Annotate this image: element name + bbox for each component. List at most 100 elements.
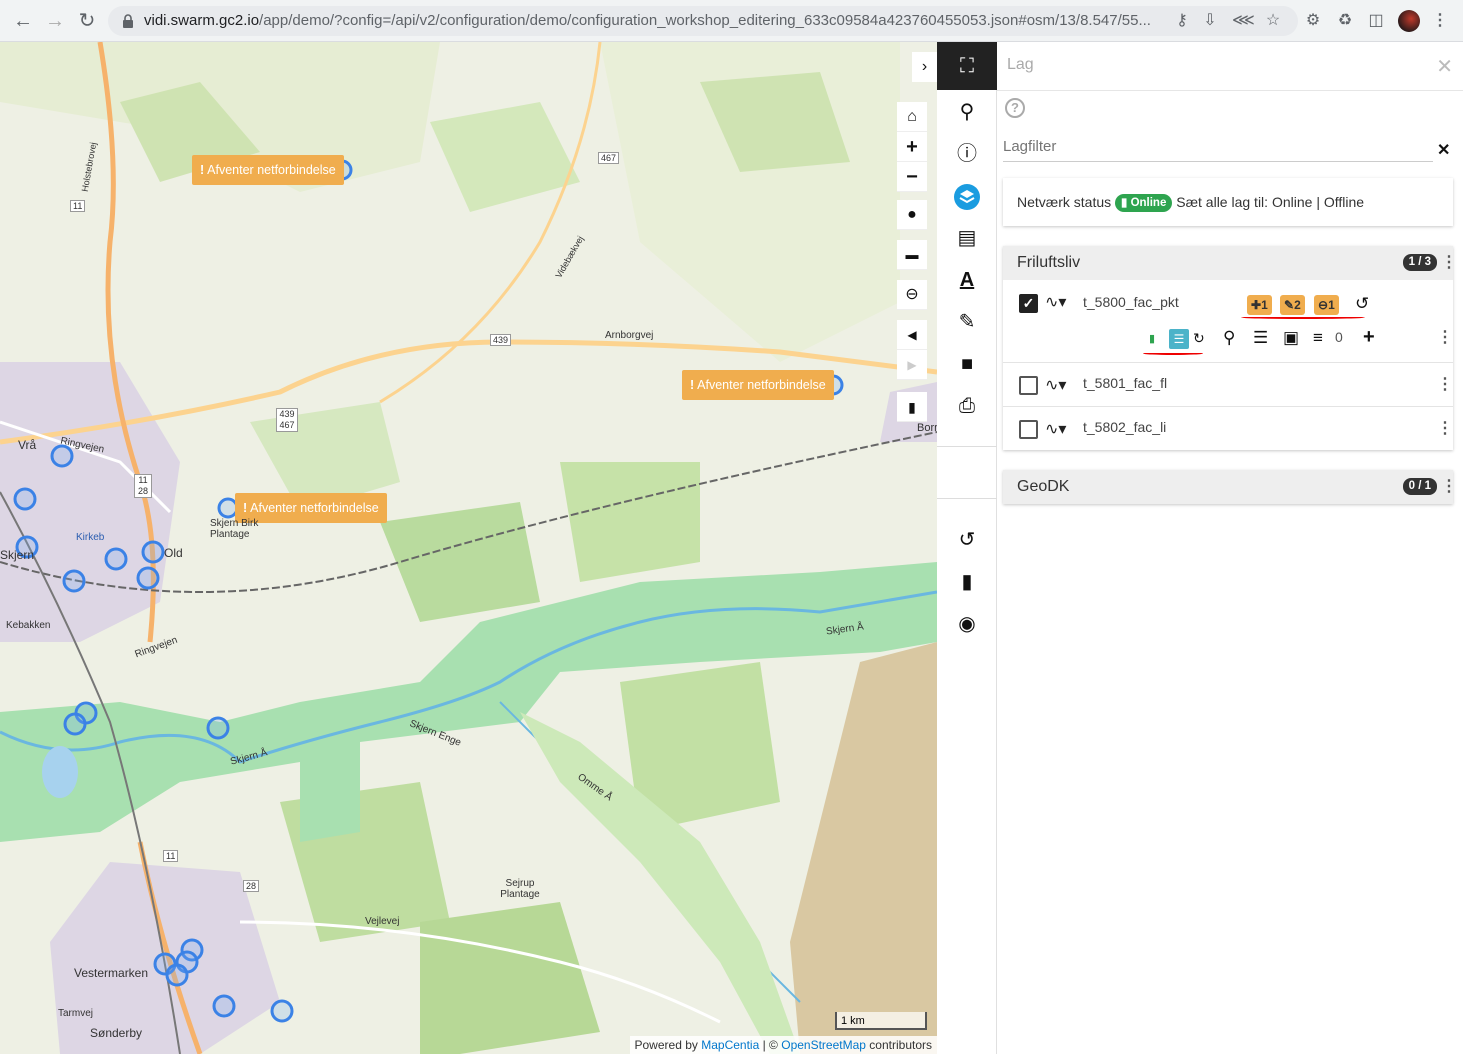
forward-icon[interactable]: → xyxy=(42,8,68,34)
warning-text: Afventer netforbindelse xyxy=(250,501,379,515)
online-signal-icon[interactable]: ▮ xyxy=(1149,332,1155,345)
info-icon[interactable]: ⓘ xyxy=(937,134,997,174)
place-label: Sønderby xyxy=(90,1026,143,1040)
place-label: Kebakken xyxy=(6,620,51,631)
zoom-out-button[interactable]: − xyxy=(897,162,927,192)
osm-link[interactable]: OpenStreetMap xyxy=(781,1038,866,1052)
layer-group-friluftsliv: Friluftsliv 1 / 3 ⋮ ✓ ∿▾ t_5800_fac_pkt … xyxy=(1003,246,1457,450)
layers-icon[interactable] xyxy=(937,176,997,216)
added-count: 1 xyxy=(1261,298,1268,312)
extension-gear-icon[interactable]: ⚙ xyxy=(1303,11,1323,31)
extensions-icon[interactable]: ♻ xyxy=(1335,11,1355,31)
layer-checkbox[interactable] xyxy=(1019,376,1038,395)
added-badge[interactable]: ✚1 xyxy=(1247,295,1272,315)
clear-button[interactable]: ⊖ xyxy=(897,280,927,310)
star-icon[interactable]: ☆ xyxy=(1263,11,1283,31)
group-menu-icon[interactable]: ⋮ xyxy=(1441,255,1457,271)
clear-filter-icon[interactable]: ✕ xyxy=(1437,140,1450,160)
map-attribution: Powered by MapCentia | © OpenStreetMap c… xyxy=(629,1036,937,1054)
layer-name: t_5800_fac_pkt xyxy=(1083,294,1179,310)
lock-icon xyxy=(123,14,133,28)
zoom-in-button[interactable]: + xyxy=(897,132,927,162)
key-icon[interactable]: ⚷ xyxy=(1172,11,1192,31)
filter-icon[interactable]: ≡ xyxy=(1313,328,1323,348)
collapse-panel-button[interactable]: › xyxy=(912,52,937,82)
group-menu-icon[interactable]: ⋮ xyxy=(1441,479,1457,495)
fullscreen-icon[interactable]: ⛶ xyxy=(937,42,997,90)
menu-icon[interactable]: ⋮ xyxy=(1430,11,1450,31)
group-count-badge: 1 / 3 xyxy=(1402,254,1437,271)
sidepanel-icon[interactable]: ◫ xyxy=(1366,11,1386,31)
group-header[interactable]: Friluftsliv 1 / 3 ⋮ xyxy=(1003,246,1457,280)
deleted-count: 1 xyxy=(1328,298,1335,312)
map-icon[interactable]: ▤ xyxy=(937,218,997,258)
layer-group-geodk: GeoDK 0 / 1 ⋮ xyxy=(1003,470,1457,504)
measure-button[interactable]: ▬ xyxy=(897,240,927,270)
text-icon[interactable]: A xyxy=(937,260,997,300)
scale-bar: 1 km xyxy=(835,1012,927,1030)
avatar[interactable] xyxy=(1398,10,1420,32)
undo-icon[interactable]: ↺ xyxy=(937,520,997,560)
screenshot-button[interactable]: ▮ xyxy=(897,392,927,422)
layer-checkbox[interactable]: ✓ xyxy=(1019,294,1038,313)
rail-divider xyxy=(937,446,997,447)
address-bar[interactable]: vidi.swarm.gc2.io/app/demo/?config=/api/… xyxy=(108,6,1298,36)
layer-row: ∿▾ t_5801_fac_fl ⋮ xyxy=(1003,362,1453,406)
help-icon[interactable]: ? xyxy=(1005,98,1025,118)
layer-menu-icon[interactable]: ⋮ xyxy=(1437,377,1453,393)
map-basemap xyxy=(0,42,937,1054)
set-all-online-link[interactable]: Online xyxy=(1272,194,1312,210)
network-label: Netværk status xyxy=(1017,194,1112,210)
deleted-badge[interactable]: ⊖1 xyxy=(1314,295,1339,315)
attribution-suffix: contributors xyxy=(869,1038,932,1052)
map-canvas[interactable]: ! Afventer netforbindelse ! Afventer netfo… xyxy=(0,42,937,1054)
set-all-sep: | xyxy=(1316,194,1320,210)
history-back-button[interactable]: ◀ xyxy=(897,320,927,350)
edited-badge[interactable]: ✎2 xyxy=(1280,295,1305,315)
history-forward-button[interactable]: ▶ xyxy=(897,350,927,380)
road-number: 28 xyxy=(243,880,260,892)
layer-menu-icon[interactable]: ⋮ xyxy=(1437,421,1453,437)
network-status-card: Netværk status ▮ Online Sæt alle lag til… xyxy=(1003,178,1453,226)
url-host: vidi.swarm.gc2.io xyxy=(144,12,260,29)
warning-popup: ! Afventer netforbindelse xyxy=(682,370,834,400)
layer-filter-input[interactable] xyxy=(1003,132,1433,162)
attribute-table-icon[interactable]: ☰ xyxy=(1253,328,1268,348)
undo-layer-icon[interactable]: ↺ xyxy=(1355,294,1369,314)
search-icon[interactable]: ⚲ xyxy=(937,92,997,132)
lock-icon[interactable]: ◉ xyxy=(937,604,997,644)
location-pin-button[interactable]: ● xyxy=(897,200,927,230)
set-all-label: Sæt alle lag til: xyxy=(1176,194,1269,210)
cache-icon[interactable]: ☰ xyxy=(1169,329,1189,349)
road-number: 11 xyxy=(163,850,179,862)
tool-rail: ⛶ ⚲ ⓘ ▤ A ✎ ■ ⎙ ↺ ▮ ◉ xyxy=(937,42,997,1054)
group-name: GeoDK xyxy=(1017,478,1070,495)
pencil-icon[interactable]: ✎ xyxy=(937,302,997,342)
road-label: Vejlevej xyxy=(365,916,400,927)
layer-menu-icon[interactable]: ⋮ xyxy=(1437,330,1453,346)
folder-icon[interactable]: ■ xyxy=(937,344,997,384)
reload-icon[interactable]: ↻ xyxy=(74,8,100,34)
set-all-offline-link[interactable]: Offline xyxy=(1324,194,1364,210)
chat-icon[interactable]: ▮ xyxy=(937,562,997,602)
style-icon[interactable]: ▣ xyxy=(1283,328,1299,348)
warning-popup: ! Afventer netforbindelse xyxy=(192,155,344,185)
refresh-icon[interactable]: ↻ xyxy=(1193,330,1205,347)
edited-count: 2 xyxy=(1294,298,1301,312)
mapcentia-link[interactable]: MapCentia xyxy=(701,1038,759,1052)
browser-toolbar: ← → ↻ vidi.swarm.gc2.io/app/demo/?config… xyxy=(0,0,1463,42)
group-header[interactable]: GeoDK 0 / 1 ⋮ xyxy=(1003,470,1457,504)
zoom-to-layer-icon[interactable]: ⚲ xyxy=(1223,328,1235,348)
place-label: Kirkeb xyxy=(76,532,105,543)
group-name: Friluftsliv xyxy=(1017,254,1081,271)
place-label: Skjern xyxy=(0,548,35,562)
layer-checkbox[interactable] xyxy=(1019,420,1038,439)
add-feature-icon[interactable]: + xyxy=(1363,326,1375,349)
close-icon[interactable]: ✕ xyxy=(1436,54,1453,79)
print-icon[interactable]: ⎙ xyxy=(937,386,997,426)
home-button[interactable]: ⌂ xyxy=(897,102,927,132)
place-label: Vrå xyxy=(18,438,37,452)
share-icon[interactable]: ⋘ xyxy=(1232,11,1255,31)
back-icon[interactable]: ← xyxy=(10,8,36,34)
install-icon[interactable]: ⇩ xyxy=(1200,11,1220,31)
